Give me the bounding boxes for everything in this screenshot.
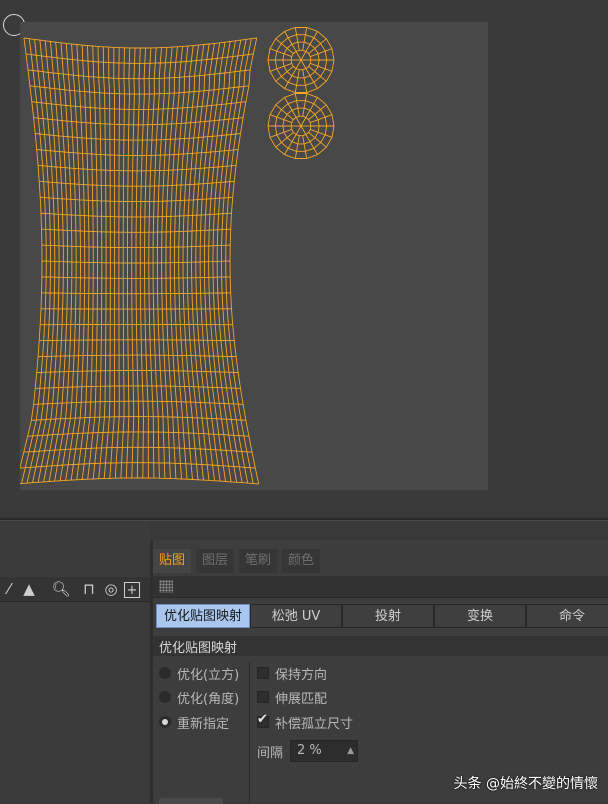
checkbox-checked[interactable] <box>257 716 269 728</box>
grip-dots-icon[interactable] <box>159 580 173 593</box>
tab-brush[interactable]: 笔刷 <box>239 549 277 573</box>
uv-mesh-wireframe <box>20 22 488 490</box>
uv-spoke-edge <box>306 69 318 89</box>
uv-spoke-edge <box>303 70 307 93</box>
uv-spoke-edge <box>285 97 297 117</box>
uv-core-edge <box>296 126 301 135</box>
checkbox[interactable] <box>257 667 269 679</box>
subtab-optimal-mapping[interactable]: 优化贴图映射 <box>156 604 250 628</box>
lock-icon[interactable]: ⊓ <box>80 580 98 598</box>
radio-label: 重新指定 <box>177 713 229 732</box>
uv-spoke-edge <box>303 28 307 51</box>
spacing-label: 间隔 <box>257 742 283 761</box>
subtab-relax-uv[interactable]: 松弛 UV <box>250 604 342 628</box>
uv-spoke-edge <box>295 70 299 93</box>
check-preserve-orientation[interactable]: 保持方向 <box>257 663 327 683</box>
uv-core-edge <box>296 60 301 69</box>
uv-column-edge <box>230 38 259 484</box>
checkbox[interactable] <box>257 691 269 703</box>
watermark: 头条 @始終不變的情懷 <box>454 773 598 793</box>
uv-row-edge <box>20 478 259 484</box>
uv-core-edge <box>301 51 306 60</box>
panel-grip-strip <box>153 576 608 598</box>
magnifier-icon[interactable]: 🔍︎ <box>52 580 70 598</box>
left-toolbar: ⁄ ▲ 🔍︎ ⊓ ◎ + <box>0 577 150 602</box>
uv-spoke-edge <box>285 31 297 51</box>
uv-spoke-edge <box>295 94 299 117</box>
uv-spoke-edge <box>295 136 299 159</box>
tab-color[interactable]: 颜色 <box>282 549 320 573</box>
check-label: 伸展匹配 <box>275 688 327 707</box>
uv-island-main <box>20 38 259 484</box>
spacing-value: 2 % <box>297 743 322 758</box>
uv-spoke-edge <box>303 136 307 159</box>
uv-spoke-edge <box>306 31 318 51</box>
uv-canvas[interactable] <box>20 22 488 490</box>
radio-realign[interactable]: 重新指定 <box>159 712 229 732</box>
arrow-icon[interactable]: ▲ <box>20 580 38 598</box>
uv-row-edge <box>24 38 257 48</box>
radio-optimal-angle[interactable]: 优化(角度) <box>159 687 239 707</box>
radio-indicator[interactable] <box>159 691 171 703</box>
uv-spoke-edge <box>306 135 318 155</box>
stepper-arrows-icon[interactable]: ▲ <box>347 741 354 761</box>
uv-core-edge <box>301 60 306 69</box>
uv-viewport[interactable] <box>0 0 608 512</box>
uv-column-edge <box>20 38 42 484</box>
tab-layer[interactable]: 图层 <box>196 549 234 573</box>
tab-texture[interactable]: 贴图 <box>153 549 191 573</box>
uv-island-circle-top <box>268 28 334 93</box>
uv-spoke-edge <box>285 135 297 155</box>
subtab-projection[interactable]: 投射 <box>342 604 434 628</box>
options-divider <box>249 662 250 803</box>
left-panel: ⁄ ▲ 🔍︎ ⊓ ◎ + <box>0 521 150 803</box>
slash-icon[interactable]: ⁄ <box>0 580 18 598</box>
uv-spoke-edge <box>306 97 318 117</box>
target-icon[interactable]: ◎ <box>102 580 120 598</box>
uv-core-edge <box>301 126 306 135</box>
spacing-input[interactable]: 2 % ▲ <box>290 740 358 762</box>
uv-spoke-edge <box>295 28 299 51</box>
radio-indicator[interactable] <box>159 667 171 679</box>
radio-indicator-selected[interactable] <box>159 716 171 728</box>
subtab-command[interactable]: 命令 <box>526 604 608 628</box>
uv-spoke-edge <box>285 69 297 89</box>
radio-optimal-cubic[interactable]: 优化(立方) <box>159 663 239 683</box>
uv-spoke-edge <box>303 94 307 117</box>
radio-label: 优化(立方) <box>177 664 239 683</box>
section-header: 优化贴图映射 <box>153 636 608 656</box>
check-equalize-island-size[interactable]: 补偿孤立尺寸 <box>257 712 353 732</box>
uv-core-edge <box>296 51 301 60</box>
subtab-transform[interactable]: 变换 <box>434 604 526 628</box>
apply-button-stub[interactable] <box>159 798 223 804</box>
add-frame-icon[interactable]: + <box>124 582 140 598</box>
uv-island-circle-bottom <box>268 94 334 159</box>
check-label: 补偿孤立尺寸 <box>275 713 353 732</box>
uv-core-edge <box>301 117 306 126</box>
radio-label: 优化(角度) <box>177 688 239 707</box>
uv-core-edge <box>296 117 301 126</box>
check-label: 保持方向 <box>275 664 327 683</box>
attribute-panel: 贴图 图层 笔刷 颜色 优化贴图映射 松弛 UV 投射 变换 命令 优化贴图映射… <box>153 540 608 803</box>
section-title: 优化贴图映射 <box>159 637 237 656</box>
check-stretch-to-fit[interactable]: 伸展匹配 <box>257 687 327 707</box>
